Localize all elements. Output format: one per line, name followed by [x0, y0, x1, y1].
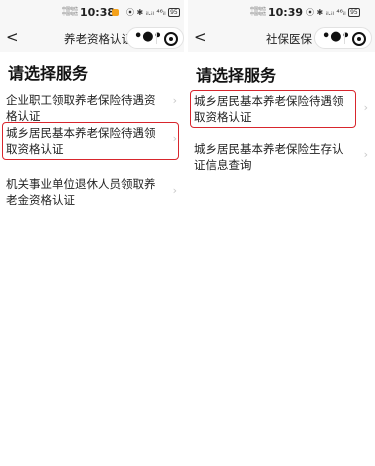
list-item-enterprise-pension-cert[interactable]: 企业职工领取养老保险待遇资格认证 › — [0, 90, 184, 123]
status-bar: 中国电信 中国电信 10:39 ⦿ ✱ ᵢₗ.ᵢₗ ⁴⁶ᵢₗ 95 — [188, 0, 375, 24]
page-title: 社保医保 — [266, 32, 312, 46]
back-icon[interactable]: < — [194, 28, 207, 46]
capsule-divider — [344, 33, 345, 44]
list-item-label: 机关事业单位退休人员领取养老金资格认证 — [6, 177, 156, 207]
more-icon[interactable]: •●• — [134, 29, 162, 44]
status-time: 10:38 — [80, 6, 116, 19]
capsule-divider — [156, 33, 157, 44]
section-heading: 请选择服务 — [8, 64, 89, 83]
chevron-right-icon: › — [172, 94, 177, 107]
nav-bar: < 社保医保 •●• — [188, 24, 375, 52]
list-item-label: 城乡居民基本养老保险待遇领取资格认证 — [194, 94, 344, 124]
service-list-area: 请选择服务 城乡居民基本养老保险待遇领取资格认证 › 城乡居民基本养老保险生存认… — [188, 52, 375, 466]
status-icons-text: ⦿ ✱ ᵢₗ.ᵢₗ ⁴⁶ᵢₗ — [306, 8, 346, 17]
carrier-label: 中国电信 中国电信 — [62, 6, 78, 16]
status-bar: 中国电信 中国电信 10:38 ⦿ ✱ ᵢₗ.ᵢₗ ⁴⁶ᵢₗ 95 — [0, 0, 184, 24]
right-phone-screen: 中国电信 中国电信 10:39 ⦿ ✱ ᵢₗ.ᵢₗ ⁴⁶ᵢₗ 95 < 社保医保… — [188, 0, 375, 466]
list-item-label: 企业职工领取养老保险待遇资格认证 — [6, 93, 156, 123]
chevron-right-icon: › — [172, 132, 177, 145]
more-icon[interactable]: •●• — [322, 29, 350, 44]
status-time: 10:39 — [268, 6, 304, 19]
back-icon[interactable]: < — [6, 28, 19, 46]
chevron-right-icon: › — [363, 148, 368, 161]
list-item-urban-rural-pension-cert[interactable]: 城乡居民基本养老保险待遇领取资格认证 › — [0, 124, 184, 158]
section-heading: 请选择服务 — [196, 66, 277, 85]
list-item-institution-retiree-cert[interactable]: 机关事业单位退休人员领取养老金资格认证 › — [0, 176, 184, 210]
nav-bar: < 养老资格认证 •●• — [0, 24, 184, 52]
close-circle-icon[interactable] — [164, 32, 178, 46]
mini-program-capsule: •●• — [126, 27, 184, 49]
mini-program-capsule: •●• — [314, 27, 372, 49]
list-item-survival-cert-query[interactable]: 城乡居民基本养老保险生存认证信息查询 › — [188, 140, 375, 174]
screenshot-composite: 中国电信 中国电信 10:38 ⦿ ✱ ᵢₗ.ᵢₗ ⁴⁶ᵢₗ 95 < 养老资格… — [0, 0, 375, 466]
notification-icon — [112, 9, 119, 16]
chevron-right-icon: › — [363, 101, 368, 114]
service-list-area: 请选择服务 企业职工领取养老保险待遇资格认证 › 城乡居民基本养老保险待遇领取资… — [0, 52, 184, 466]
battery-icon: 95 — [348, 8, 360, 17]
page-title: 养老资格认证 — [64, 32, 133, 46]
signal-icons: ⦿ ✱ ᵢₗ.ᵢₗ ⁴⁶ᵢₗ 95 — [306, 7, 360, 18]
list-item-urban-rural-pension-cert[interactable]: 城乡居民基本养老保险待遇领取资格认证 › — [188, 92, 375, 126]
list-item-label: 城乡居民基本养老保险生存认证信息查询 — [194, 142, 344, 172]
left-phone-screen: 中国电信 中国电信 10:38 ⦿ ✱ ᵢₗ.ᵢₗ ⁴⁶ᵢₗ 95 < 养老资格… — [0, 0, 184, 466]
status-icons-text: ⦿ ✱ ᵢₗ.ᵢₗ ⁴⁶ᵢₗ — [126, 8, 166, 17]
list-item-label: 城乡居民基本养老保险待遇领取资格认证 — [6, 126, 156, 156]
carrier-label: 中国电信 中国电信 — [250, 6, 266, 16]
battery-icon: 95 — [168, 8, 180, 17]
signal-icons: ⦿ ✱ ᵢₗ.ᵢₗ ⁴⁶ᵢₗ 95 — [126, 7, 180, 18]
chevron-right-icon: › — [172, 184, 177, 197]
close-circle-icon[interactable] — [352, 32, 366, 46]
